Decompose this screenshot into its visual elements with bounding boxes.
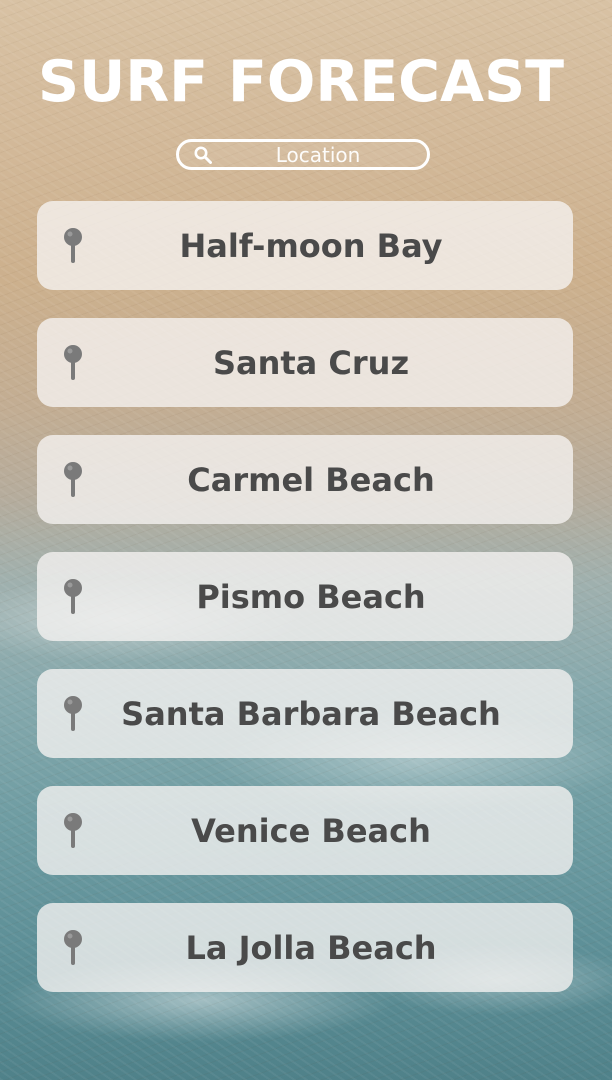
page-title: SURF FORECAST [37, 49, 565, 115]
beach-card-label: Santa Cruz [212, 343, 410, 382]
beach-card-carmel-beach[interactable]: Carmel Beach [37, 435, 573, 524]
beach-card-pismo-beach[interactable]: Pismo Beach [37, 552, 573, 641]
location-search-input[interactable] [219, 142, 417, 167]
location-pin-icon [64, 345, 82, 380]
beach-card-label: La Jolla Beach [185, 928, 437, 967]
search-icon [194, 146, 212, 164]
beach-card-label: Half-moon Bay [179, 226, 443, 265]
beach-card-santa-cruz[interactable]: Santa Cruz [37, 318, 573, 407]
location-pin-icon [64, 462, 82, 497]
beach-card-label: Pismo Beach [196, 577, 426, 616]
location-pin-icon [64, 696, 82, 731]
beach-card-venice-beach[interactable]: Venice Beach [37, 786, 573, 875]
location-pin-icon [64, 579, 82, 614]
beach-card-half-moon-bay[interactable]: Half-moon Bay [37, 201, 573, 290]
beach-card-label: Carmel Beach [187, 460, 435, 499]
beach-card-label: Santa Barbara Beach [121, 694, 501, 733]
location-search-bar[interactable] [176, 139, 430, 170]
beach-card-label: Venice Beach [191, 811, 431, 850]
beach-card-la-jolla-beach[interactable]: La Jolla Beach [37, 903, 573, 992]
location-pin-icon [64, 930, 82, 965]
location-pin-icon [64, 813, 82, 848]
location-pin-icon [64, 228, 82, 263]
beach-card-santa-barbara-beach[interactable]: Santa Barbara Beach [37, 669, 573, 758]
